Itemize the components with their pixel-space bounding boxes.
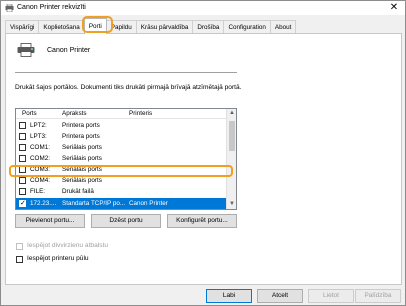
port-row-file[interactable]: FILE: Drukāt failā — [16, 186, 226, 197]
printer-pooling-checkbox[interactable] — [16, 256, 23, 263]
port-checkbox[interactable] — [19, 122, 26, 129]
add-port-button[interactable]: Pievienot portu... — [15, 214, 85, 228]
port-description: Printera ports — [62, 133, 100, 140]
printer-pooling-label[interactable]: Iespējot printeru pūlu — [27, 255, 89, 262]
tab-strip: Vispārīgi Koplietošana Porti Papildu Krā… — [5, 18, 297, 34]
port-name: COM1: — [30, 144, 50, 151]
port-checkbox[interactable] — [19, 177, 26, 184]
printer-properties-window: Canon Printer rekvizīti ✕ Vispārīgi Kopl… — [0, 0, 406, 306]
port-description: Printera ports — [62, 122, 100, 129]
column-header-printer[interactable]: Printeris — [129, 110, 152, 117]
port-description: Seriālais ports — [62, 155, 102, 162]
tab-color-management[interactable]: Krāsu pārvaldība — [135, 20, 194, 34]
printer-pooling-option[interactable]: Iespējot printeru pūlu — [16, 255, 166, 264]
printer-name: Canon Printer — [47, 47, 91, 54]
apply-button[interactable]: Lietot — [308, 289, 354, 303]
divider — [15, 72, 237, 73]
port-name: LPT3: — [30, 133, 47, 140]
window-title: Canon Printer rekvizīti — [17, 4, 86, 11]
delete-port-button[interactable]: Dzēst portu — [91, 214, 161, 228]
port-name: LPT2: — [30, 122, 47, 129]
port-description: Drukāt failā — [62, 188, 94, 195]
printer-app-icon — [5, 4, 14, 12]
tab-about[interactable]: About — [269, 20, 297, 34]
port-checkbox[interactable] — [19, 133, 26, 140]
port-list-scrollbar[interactable]: ▲ ▼ — [226, 109, 236, 209]
scroll-thumb[interactable] — [229, 121, 235, 151]
tab-general[interactable]: Vispārīgi — [5, 20, 40, 34]
help-button[interactable]: Palīdzība — [355, 289, 401, 303]
port-row-com1[interactable]: COM1: Seriālais ports — [16, 142, 226, 153]
port-list-header: Ports Apraksts Printeris — [16, 109, 226, 119]
ok-button[interactable]: Labi — [206, 289, 252, 303]
configure-port-button[interactable]: Konfigurēt portu... — [167, 214, 237, 228]
printer-icon — [17, 43, 35, 57]
column-header-description[interactable]: Apraksts — [62, 110, 87, 117]
port-name: 172.23.... — [30, 200, 57, 207]
port-row-lpt3[interactable]: LPT3: Printera ports — [16, 131, 226, 142]
port-name: COM2: — [30, 155, 50, 162]
port-row-tcpip[interactable]: 172.23.... Standarta TCP/IP po... Canon … — [16, 198, 226, 209]
port-checkbox[interactable] — [19, 144, 26, 151]
bidirectional-label: Iespējot divvirzienu atbalstu — [27, 242, 109, 249]
port-description: Standarta TCP/IP po... — [62, 200, 126, 207]
tab-security[interactable]: Drošība — [192, 20, 225, 34]
scroll-up-icon[interactable]: ▲ — [227, 109, 236, 118]
close-icon[interactable]: ✕ — [388, 2, 400, 14]
tab-sharing[interactable]: Koplietošana — [38, 20, 85, 34]
tab-configuration[interactable]: Configuration — [223, 20, 271, 34]
port-printer: Canon Printer — [129, 200, 168, 207]
scroll-down-icon[interactable]: ▼ — [227, 200, 236, 209]
port-checkbox-checked[interactable] — [19, 198, 26, 209]
bidirectional-support-option: Iespējot divvirzienu atbalstu — [16, 242, 166, 251]
bidirectional-checkbox — [16, 243, 23, 250]
port-checkbox[interactable] — [19, 188, 26, 195]
ports-description: Drukāt šajos portālos. Dokumenti tiks dr… — [15, 84, 242, 91]
port-list[interactable]: Ports Apraksts Printeris LPT2: Printera … — [15, 108, 237, 210]
port-checkbox[interactable] — [19, 155, 26, 162]
cancel-button[interactable]: Atcelt — [257, 289, 303, 303]
ports-panel: Canon Printer Drukāt šajos portālos. Dok… — [5, 33, 402, 285]
title-bar: Canon Printer rekvizīti ✕ — [1, 1, 405, 15]
port-row-com2[interactable]: COM2: Seriālais ports — [16, 153, 226, 164]
ports-tab-highlight — [82, 16, 113, 33]
column-header-port[interactable]: Ports — [22, 110, 37, 117]
port-name: FILE: — [30, 188, 46, 195]
port-description: Seriālais ports — [62, 144, 102, 151]
tcpip-row-highlight — [9, 165, 233, 177]
port-row-lpt2[interactable]: LPT2: Printera ports — [16, 120, 226, 131]
